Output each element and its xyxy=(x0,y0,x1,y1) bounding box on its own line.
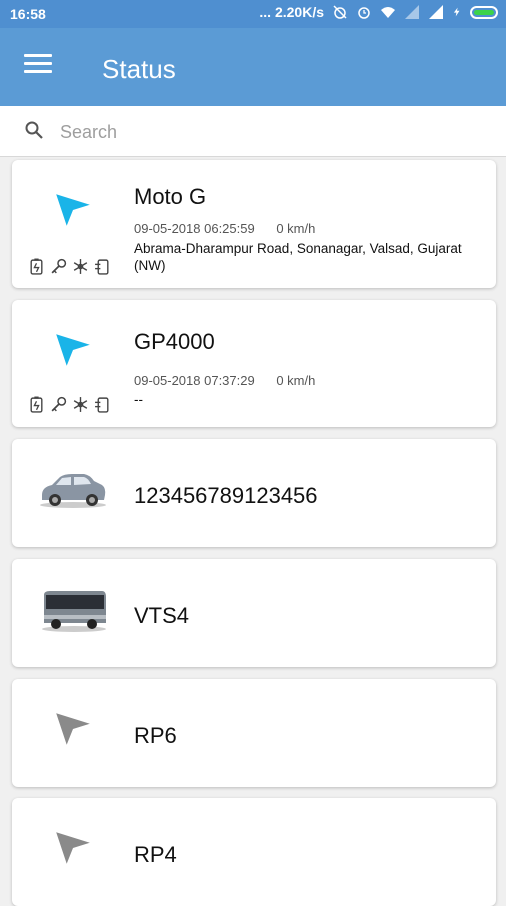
signal-icon xyxy=(429,5,443,19)
device-name: 123456789123456 xyxy=(134,483,318,508)
search-input[interactable] xyxy=(58,116,482,148)
navigation-arrow-icon xyxy=(56,194,90,226)
search-bar xyxy=(0,106,506,157)
ignition-key-icon xyxy=(51,396,67,412)
device-address: -- xyxy=(134,392,143,407)
system-status-bar: 16:58 ... 2.20K/s xyxy=(0,0,506,28)
signal-icon xyxy=(405,5,419,19)
device-card[interactable]: 123456789123456 xyxy=(12,439,496,547)
last-update-time: 09-05-2018 06:25:59 xyxy=(134,221,255,236)
navigation-arrow-icon xyxy=(56,334,90,366)
ac-snowflake-icon xyxy=(73,259,88,274)
device-card[interactable]: VTS4 xyxy=(12,559,496,667)
device-address: Abrama-Dharampur Road, Sonanagar, Valsad… xyxy=(134,241,462,273)
navigation-arrow-icon xyxy=(56,832,90,864)
hamburger-menu-icon[interactable] xyxy=(24,54,52,78)
page-title: Status xyxy=(102,54,176,84)
battery-status-icon xyxy=(30,258,43,275)
ignition-key-icon xyxy=(51,258,67,274)
battery-status-icon xyxy=(30,396,43,413)
clock: 16:58 xyxy=(10,6,46,22)
ac-snowflake-icon xyxy=(73,397,88,412)
speed: 0 km/h xyxy=(276,373,316,388)
car-icon xyxy=(40,474,106,508)
device-name: RP6 xyxy=(134,723,177,748)
network-speed: ... 2.20K/s xyxy=(259,4,324,20)
bus-icon xyxy=(42,591,106,632)
device-name: RP4 xyxy=(134,842,177,867)
device-card[interactable]: Moto G 09-05-2018 06:25:59 0 km/h Abrama… xyxy=(12,160,496,288)
charging-icon xyxy=(453,7,460,17)
device-name: VTS4 xyxy=(134,603,190,628)
app-bar: Status xyxy=(0,28,506,106)
last-update-time: 09-05-2018 07:37:29 xyxy=(134,373,255,388)
search-icon xyxy=(25,121,43,139)
navigation-arrow-icon xyxy=(56,713,90,745)
device-name: GP4000 xyxy=(134,329,215,354)
device-card[interactable]: RP6 xyxy=(12,679,496,787)
device-card[interactable]: RP4 xyxy=(12,798,496,906)
battery-icon xyxy=(470,5,498,19)
device-card[interactable]: GP4000 09-05-2018 07:37:29 0 km/h -- xyxy=(12,300,496,427)
door-status-icon xyxy=(95,397,109,413)
alarm-off-icon xyxy=(333,5,347,19)
speed: 0 km/h xyxy=(276,221,316,236)
door-status-icon xyxy=(95,259,109,275)
alarm-icon xyxy=(358,7,370,19)
device-name: Moto G xyxy=(134,184,207,209)
wifi-icon xyxy=(381,7,395,18)
